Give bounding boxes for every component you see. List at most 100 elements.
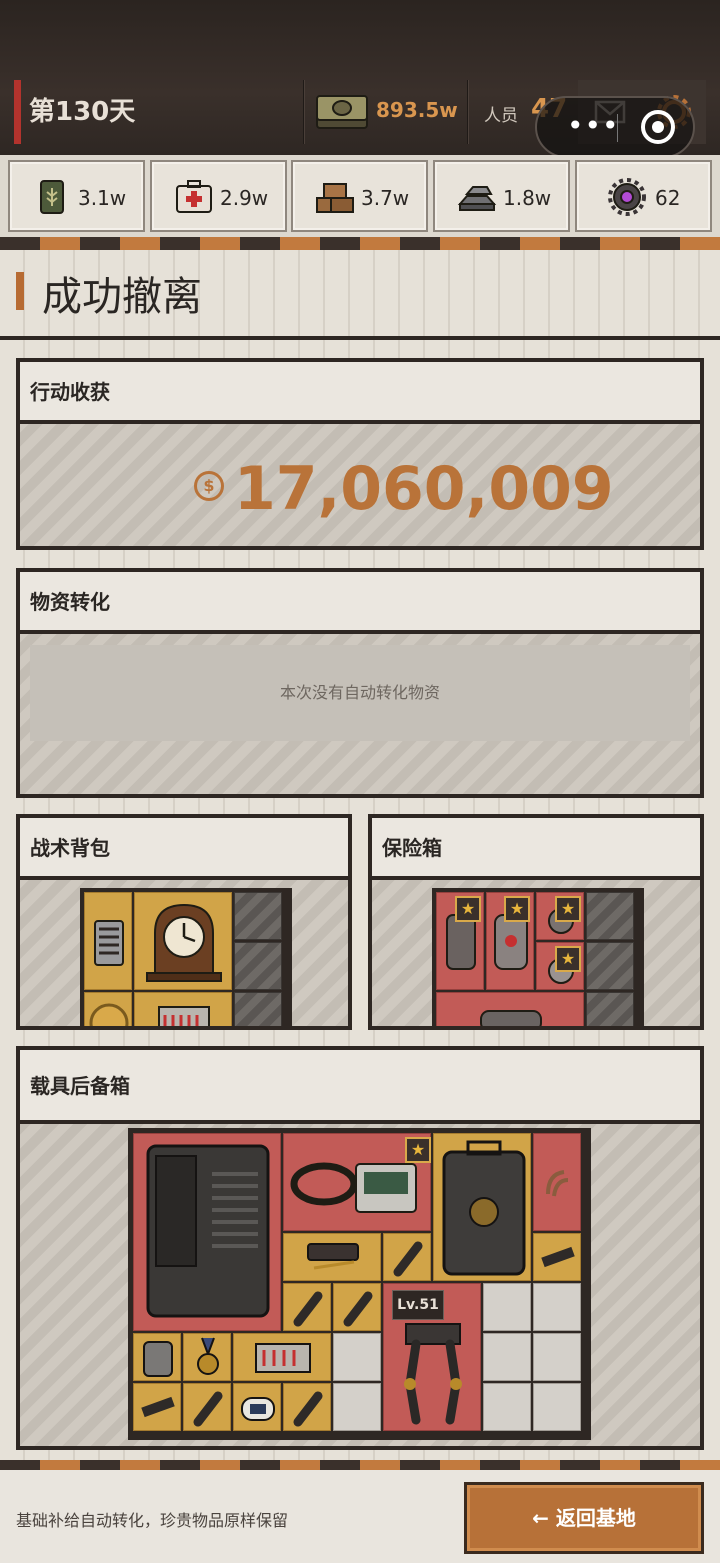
tube-device-icon	[480, 1010, 542, 1026]
battery-pack-icon	[94, 920, 124, 966]
spark-plug-icon	[193, 1391, 223, 1427]
inventory-item[interactable]	[233, 1383, 281, 1431]
inventory-item[interactable]	[183, 1333, 231, 1381]
locked-slot	[234, 992, 282, 1026]
inventory-item[interactable]	[436, 992, 584, 1026]
return-base-button[interactable]: ← 返回基地	[464, 1482, 704, 1554]
hazard-stripe	[0, 237, 720, 251]
locked-slot	[234, 942, 282, 990]
medal-icon	[197, 1337, 219, 1375]
memory-stick-icon	[141, 1396, 175, 1418]
conversion-header: 物资转化	[20, 572, 700, 634]
locked-slot	[586, 942, 634, 990]
wood-planks-icon	[316, 183, 354, 213]
resource-metal[interactable]: 1.8w	[433, 160, 570, 232]
metal-ingots-icon	[457, 186, 497, 211]
inventory-item[interactable]	[383, 1233, 431, 1281]
locked-slot	[586, 892, 634, 940]
power-strip-icon	[255, 1343, 311, 1373]
claw-part-icon	[546, 1170, 569, 1197]
divider	[303, 80, 305, 144]
spark-plug-icon	[393, 1241, 423, 1277]
resource-food[interactable]: 3.1w	[8, 160, 145, 232]
earnings-header: 行动收获	[20, 362, 700, 424]
locked-slot	[234, 892, 282, 940]
level-badge: Lv.51	[392, 1290, 444, 1320]
resource-value: 3.1w	[78, 186, 127, 210]
inventory-item[interactable]	[533, 1233, 581, 1281]
safebox-header: 保险箱	[372, 818, 700, 880]
currency-icon: $	[194, 471, 224, 501]
miniapp-capsule[interactable]: •••	[535, 96, 695, 158]
resource-bar: 3.1w 2.9w 3.7w 1.8w 62	[0, 155, 720, 237]
star-badge-icon: ★	[405, 1137, 431, 1163]
gold-coin-icon	[89, 1003, 129, 1026]
spark-plug-icon	[293, 1391, 323, 1427]
day-counter: 第130天	[14, 80, 135, 144]
inventory-item[interactable]	[84, 992, 132, 1026]
locked-slot	[586, 992, 634, 1026]
inventory-item[interactable]	[233, 1333, 331, 1381]
inventory-item[interactable]	[183, 1383, 231, 1431]
backpack-panel: 战术背包	[16, 814, 352, 1030]
close-miniapp-icon[interactable]	[641, 110, 675, 144]
resource-value: 62	[655, 186, 681, 210]
empty-slot[interactable]	[533, 1383, 581, 1431]
resource-value: 2.9w	[220, 186, 269, 210]
divider	[467, 80, 469, 144]
resource-wood[interactable]: 3.7w	[291, 160, 428, 232]
trunk-header: 载具后备箱	[20, 1050, 700, 1124]
footer-note: 基础补给自动转化，珍贵物品原样保留	[16, 1511, 289, 1530]
gear-core-icon	[608, 178, 646, 216]
inventory-item[interactable]	[134, 992, 232, 1026]
medkit-icon	[176, 180, 212, 213]
earnings-amount: 17,060,009	[234, 454, 614, 524]
inventory-item[interactable]	[84, 892, 132, 990]
resource-value: 1.8w	[503, 186, 552, 210]
resource-value: 3.7w	[361, 186, 410, 210]
inventory-item[interactable]	[433, 1133, 531, 1281]
inventory-item[interactable]	[283, 1233, 381, 1281]
inventory-item[interactable]	[134, 892, 232, 990]
more-icon[interactable]: •••	[567, 112, 620, 140]
capsule-divider	[617, 114, 618, 142]
inventory-item[interactable]	[133, 1133, 281, 1331]
empty-slot[interactable]	[483, 1383, 531, 1431]
star-badge-icon: ★	[555, 946, 581, 972]
title-accent	[16, 272, 24, 310]
hazard-stripe	[0, 1460, 720, 1470]
empty-slot[interactable]	[483, 1333, 531, 1381]
canister-icon	[143, 1341, 173, 1377]
inventory-item[interactable]	[133, 1383, 181, 1431]
spark-plug-icon	[343, 1291, 373, 1327]
conversion-empty-message: 本次没有自动转化物资	[30, 645, 690, 741]
inventory-item[interactable]	[283, 1283, 331, 1331]
backpack-header: 战术背包	[20, 818, 348, 880]
backpack-grid	[80, 888, 292, 1026]
empty-slot[interactable]	[533, 1333, 581, 1381]
empty-slot[interactable]	[483, 1283, 531, 1331]
inventory-item[interactable]	[283, 1383, 331, 1431]
resource-medical[interactable]: 2.9w	[150, 160, 287, 232]
inventory-item[interactable]	[133, 1333, 181, 1381]
inventory-item[interactable]	[533, 1133, 581, 1231]
staff-label: 人员	[484, 106, 518, 126]
cash-stack-icon	[316, 95, 368, 129]
antique-clock-icon	[146, 903, 222, 982]
star-badge-icon: ★	[504, 896, 530, 922]
pc-tower-icon	[146, 1144, 270, 1318]
star-badge-icon: ★	[555, 896, 581, 922]
page-title: 成功撤离	[42, 274, 202, 320]
cash-value: 893.5w	[376, 98, 458, 122]
oximeter-icon	[241, 1397, 275, 1421]
resource-core[interactable]: 62	[575, 160, 712, 232]
inventory-item[interactable]	[333, 1283, 381, 1331]
empty-slot[interactable]	[333, 1333, 381, 1381]
food-can-icon	[40, 180, 64, 214]
power-strip-icon	[158, 1006, 210, 1026]
trunk-grid	[128, 1128, 591, 1440]
pen-case-icon	[307, 1243, 359, 1270]
empty-slot[interactable]	[333, 1383, 381, 1431]
star-badge-icon: ★	[455, 896, 481, 922]
empty-slot[interactable]	[533, 1283, 581, 1331]
